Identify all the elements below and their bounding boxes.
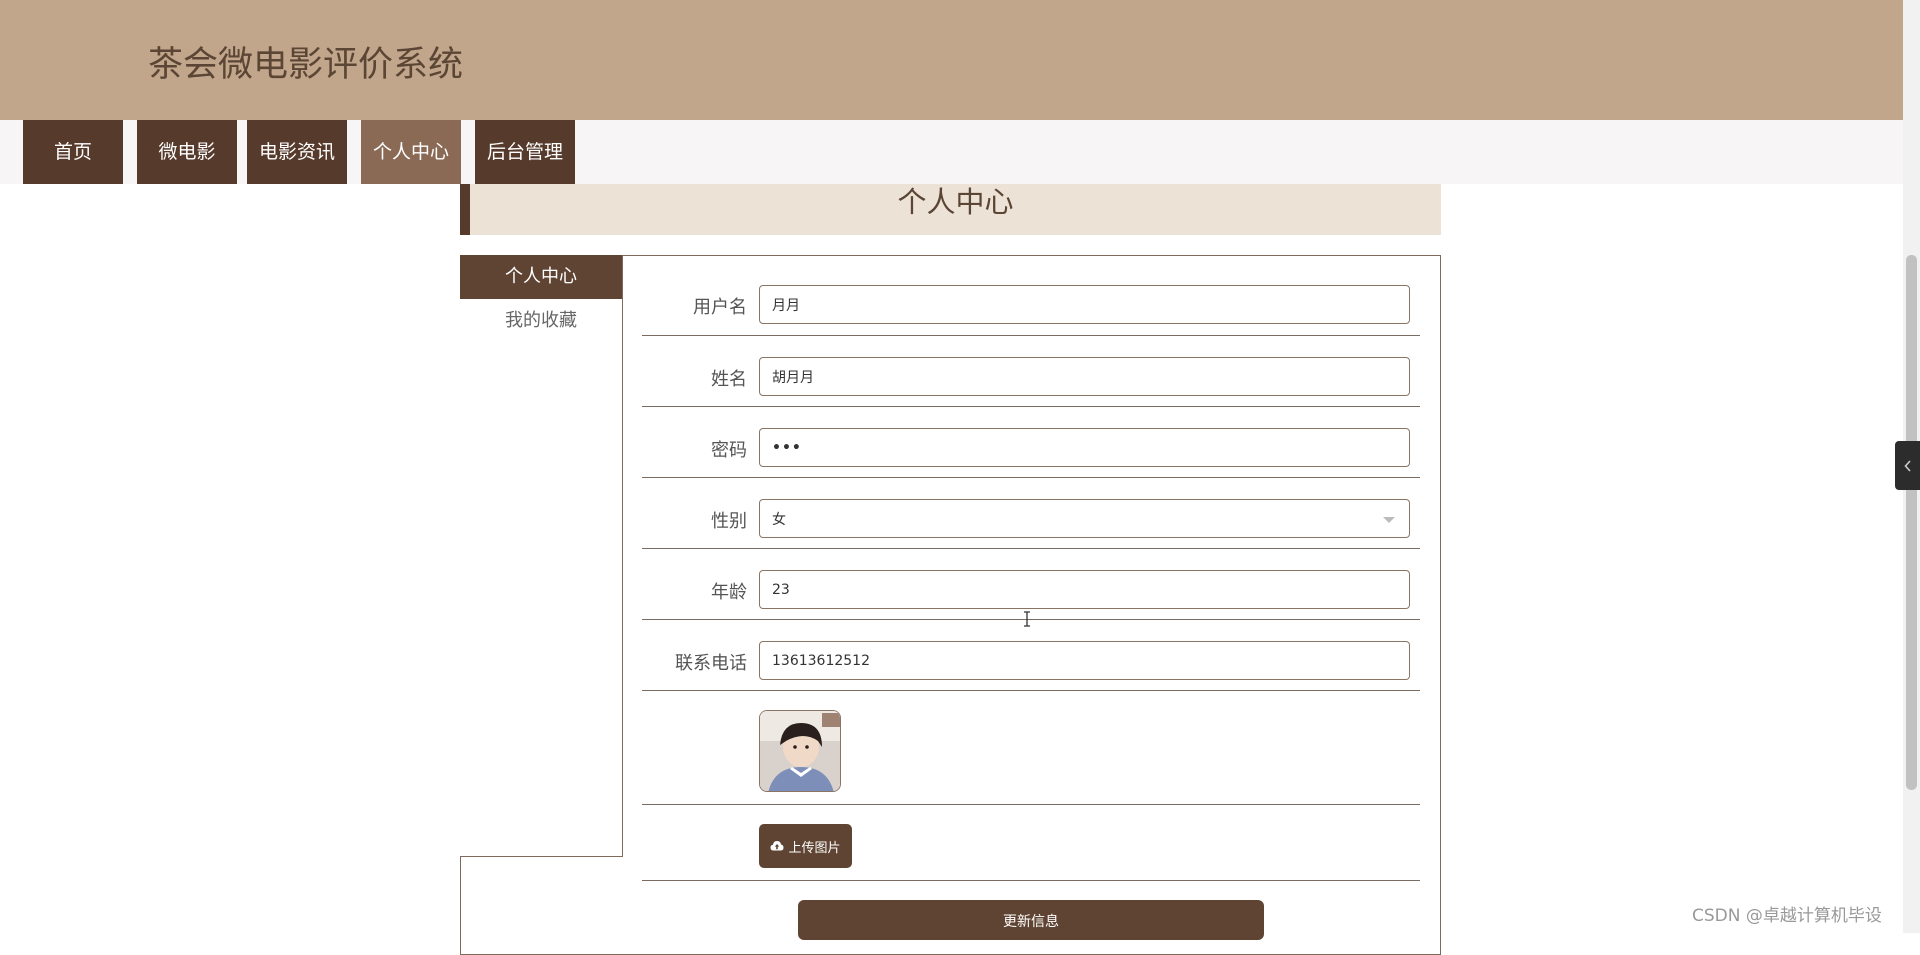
phone-label: 联系电话 bbox=[675, 653, 747, 674]
nav-item-home[interactable]: 首页 bbox=[23, 120, 123, 184]
username-label: 用户名 bbox=[693, 297, 747, 318]
page-scrollbar-thumb[interactable] bbox=[1906, 255, 1917, 790]
update-info-button[interactable]: 更新信息 bbox=[798, 900, 1264, 940]
nav-item-personal-center[interactable]: 个人中心 bbox=[361, 120, 461, 184]
main-nav: 首页 微电影 电影资讯 个人中心 后台管理 bbox=[0, 120, 1903, 184]
age-input[interactable]: 23 bbox=[759, 570, 1410, 609]
age-label: 年龄 bbox=[711, 582, 747, 603]
gender-select[interactable]: 女 bbox=[759, 499, 1410, 538]
nav-item-film-news[interactable]: 电影资讯 bbox=[247, 120, 347, 184]
form-row-upload: 上传图片 bbox=[642, 804, 1420, 881]
username-input[interactable]: 月月 bbox=[759, 285, 1410, 324]
password-label: 密码 bbox=[711, 440, 747, 461]
site-title: 茶会微电影评价系统 bbox=[148, 45, 464, 85]
upload-image-label: 上传图片 bbox=[788, 840, 841, 856]
chevron-down-icon bbox=[1383, 517, 1395, 523]
form-row-age: 年龄 23 bbox=[642, 548, 1420, 620]
nav-item-microfilm[interactable]: 微电影 bbox=[137, 120, 237, 184]
avatar-image bbox=[760, 711, 840, 791]
site-header: 茶会微电影评价系统 bbox=[0, 0, 1903, 120]
sidebar-toggle-button[interactable] bbox=[1895, 441, 1920, 490]
cloud-upload-icon bbox=[770, 841, 784, 851]
nav-item-admin[interactable]: 后台管理 bbox=[475, 120, 575, 184]
name-label: 姓名 bbox=[711, 369, 747, 390]
form-row-gender: 性别 女 bbox=[642, 477, 1420, 549]
side-menu: 个人中心 我的收藏 bbox=[460, 255, 623, 857]
gender-label: 性别 bbox=[711, 511, 747, 532]
phone-input[interactable]: 13613612512 bbox=[759, 641, 1410, 680]
gender-select-value: 女 bbox=[772, 511, 786, 528]
form-row-phone: 联系电话 13613612512 bbox=[642, 619, 1420, 691]
password-input[interactable]: ••• bbox=[759, 428, 1410, 467]
form-row-avatar bbox=[642, 690, 1420, 805]
section-title: 个人中心 bbox=[460, 184, 1441, 235]
chevron-left-icon bbox=[1903, 459, 1911, 472]
form-row-username: 用户名 月月 bbox=[642, 275, 1420, 336]
avatar bbox=[759, 710, 841, 792]
watermark: CSDN @卓越计算机毕设 bbox=[1692, 906, 1882, 926]
upload-image-button[interactable]: 上传图片 bbox=[759, 824, 852, 868]
name-input[interactable]: 胡月月 bbox=[759, 357, 1410, 396]
side-item-personal-center[interactable]: 个人中心 bbox=[460, 255, 622, 299]
form-row-name: 姓名 胡月月 bbox=[642, 335, 1420, 407]
form-row-password: 密码 ••• bbox=[642, 406, 1420, 478]
text-cursor-icon bbox=[1024, 611, 1030, 627]
side-item-favorites[interactable]: 我的收藏 bbox=[460, 299, 622, 343]
